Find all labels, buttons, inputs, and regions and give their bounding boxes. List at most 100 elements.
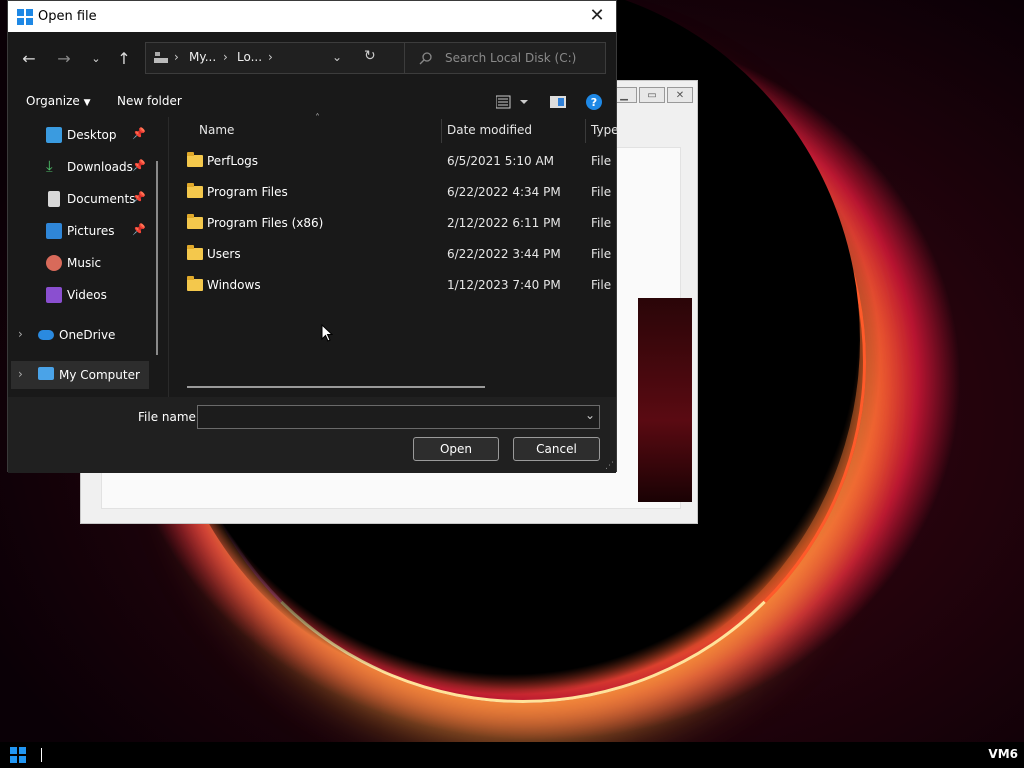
filename-input[interactable]: ⌄ <box>197 405 600 429</box>
recent-dropdown-icon[interactable]: ⌄ <box>84 47 108 71</box>
sidebar-item-label: Videos <box>67 288 107 302</box>
table-row[interactable]: Users 6/22/2022 3:44 PM File folder <box>185 243 615 269</box>
chevron-right-icon[interactable]: › <box>18 367 23 381</box>
mouse-pointer-icon <box>321 324 333 342</box>
sort-arrow-icon: ˄ <box>315 113 320 124</box>
table-row[interactable]: Windows 1/12/2023 7:40 PM File folder <box>185 274 615 300</box>
pin-icon[interactable]: 📌 <box>132 127 146 140</box>
chevron-down-icon[interactable]: ⌄ <box>585 408 595 422</box>
up-arrow-icon[interactable]: ↑ <box>112 47 136 71</box>
sidebar-item-downloads[interactable]: ⤓ Downloads 📌 <box>8 153 158 181</box>
table-row[interactable]: PerfLogs 6/5/2021 5:10 AM File folder <box>185 150 615 176</box>
cancel-button[interactable]: Cancel <box>513 437 600 461</box>
view-menu-icon[interactable] <box>496 95 530 109</box>
dialog-titlebar[interactable]: Open file ✕ <box>8 1 616 32</box>
address-segment-my-computer[interactable]: My... <box>189 50 216 64</box>
file-date: 6/22/2022 3:44 PM <box>447 247 561 261</box>
search-input[interactable]: Search Local Disk (C:) <box>404 42 606 74</box>
sidebar-scrollbar[interactable] <box>156 161 158 355</box>
horizontal-scrollbar[interactable] <box>187 386 485 388</box>
sidebar-item-my-computer[interactable]: › My Computer <box>11 361 149 389</box>
sidebar-item-label: My Computer <box>59 368 140 382</box>
file-type: File folder <box>591 154 615 168</box>
navigation-pane: Desktop 📌 ⤓ Downloads 📌 Documents 📌 Pict… <box>8 117 166 395</box>
address-separator: › <box>223 50 228 64</box>
file-name: Program Files (x86) <box>207 216 324 230</box>
filename-label: File name: <box>138 410 200 424</box>
help-icon[interactable]: ? <box>586 94 602 110</box>
dialog-title: Open file <box>38 9 97 24</box>
file-name: Program Files <box>207 185 288 199</box>
download-icon: ⤓ <box>46 157 53 175</box>
file-date: 6/22/2022 4:34 PM <box>447 185 561 199</box>
preview-pane-icon[interactable] <box>550 96 566 108</box>
open-file-dialog: Open file ✕ ← → ⌄ ↑ › My... › Lo... › ⌄ … <box>7 0 619 473</box>
file-name: Windows <box>207 278 261 292</box>
file-date: 2/12/2022 6:11 PM <box>447 216 561 230</box>
file-name: PerfLogs <box>207 154 259 168</box>
address-bar[interactable]: › My... › Lo... › ⌄ ↻ <box>145 42 406 74</box>
maximize-icon[interactable]: ▭ <box>639 87 665 103</box>
close-button[interactable]: ✕ <box>584 5 610 27</box>
chevron-down-icon[interactable]: ⌄ <box>332 50 342 64</box>
address-segment-local-disk[interactable]: Lo... <box>237 50 262 64</box>
sidebar-item-label: Downloads <box>67 160 133 174</box>
document-icon <box>48 191 60 207</box>
file-type: File folder <box>591 216 615 230</box>
pin-icon[interactable]: 📌 <box>132 223 146 236</box>
sidebar-item-label: Documents <box>67 192 136 206</box>
file-type: File folder <box>591 247 615 261</box>
drive-icon <box>154 52 168 63</box>
sidebar-item-documents[interactable]: Documents 📌 <box>8 185 158 213</box>
back-arrow-icon[interactable]: ← <box>17 47 41 71</box>
pin-icon[interactable]: 📌 <box>132 159 146 172</box>
sidebar-item-videos[interactable]: Videos <box>8 281 158 309</box>
svg-text:?: ? <box>591 96 597 109</box>
column-header-name[interactable]: Name <box>199 123 234 137</box>
refresh-icon[interactable]: ↻ <box>364 48 376 64</box>
search-placeholder: Search Local Disk (C:) <box>445 51 577 65</box>
desktop-wallpaper: ▁ ▭ ✕ Open file ✕ ← → ⌄ ↑ › My... › Lo..… <box>0 0 1024 742</box>
start-button[interactable] <box>10 747 26 763</box>
folder-icon <box>187 276 203 291</box>
file-date: 6/5/2021 5:10 AM <box>447 154 555 168</box>
desktop-icon <box>46 127 62 143</box>
file-type: File folder <box>591 278 615 292</box>
sidebar-item-onedrive[interactable]: › OneDrive <box>8 321 158 349</box>
sidebar-item-music[interactable]: Music <box>8 249 158 277</box>
organize-button[interactable]: Organize ▼ <box>26 94 91 108</box>
column-divider[interactable] <box>585 119 586 143</box>
sidebar-item-label: Pictures <box>67 224 115 238</box>
sidebar-item-desktop[interactable]: Desktop 📌 <box>8 121 158 149</box>
column-header-date[interactable]: Date modified <box>447 123 532 137</box>
open-button[interactable]: Open <box>413 437 499 461</box>
search-icon <box>419 52 432 65</box>
column-header-type[interactable]: Type <box>591 123 619 137</box>
file-name: Users <box>207 247 241 261</box>
pin-icon[interactable]: 📌 <box>132 191 146 204</box>
file-date: 1/12/2023 7:40 PM <box>447 278 561 292</box>
sidebar-item-label: Music <box>67 256 102 270</box>
close-icon[interactable]: ✕ <box>667 87 693 103</box>
sidebar-item-pictures[interactable]: Pictures 📌 <box>8 217 158 245</box>
column-divider[interactable] <box>441 119 442 143</box>
music-icon <box>46 255 62 271</box>
address-separator: › <box>174 50 179 64</box>
command-toolbar: Organize ▼ New folder ? <box>8 89 616 115</box>
folder-icon <box>187 245 203 260</box>
file-list: ˄ Name Date modified Type PerfLogs 6/5/2… <box>168 113 619 397</box>
table-row[interactable]: Program Files 6/22/2022 4:34 PM File fol… <box>185 181 615 207</box>
dialog-footer: File name: ⌄ Open Cancel ⋰ <box>8 397 616 473</box>
folder-icon <box>187 152 203 167</box>
background-window-image <box>638 298 692 502</box>
resize-grip-icon[interactable]: ⋰ <box>605 461 614 471</box>
file-type: File folder <box>591 185 615 199</box>
folder-icon <box>187 214 203 229</box>
new-folder-button[interactable]: New folder <box>117 94 182 108</box>
taskbar: VM6 <box>0 742 1024 768</box>
cloud-icon <box>38 330 54 340</box>
video-icon <box>46 287 62 303</box>
table-row[interactable]: Program Files (x86) 2/12/2022 6:11 PM Fi… <box>185 212 615 238</box>
chevron-right-icon[interactable]: › <box>18 327 23 341</box>
forward-arrow-icon[interactable]: → <box>52 47 76 71</box>
